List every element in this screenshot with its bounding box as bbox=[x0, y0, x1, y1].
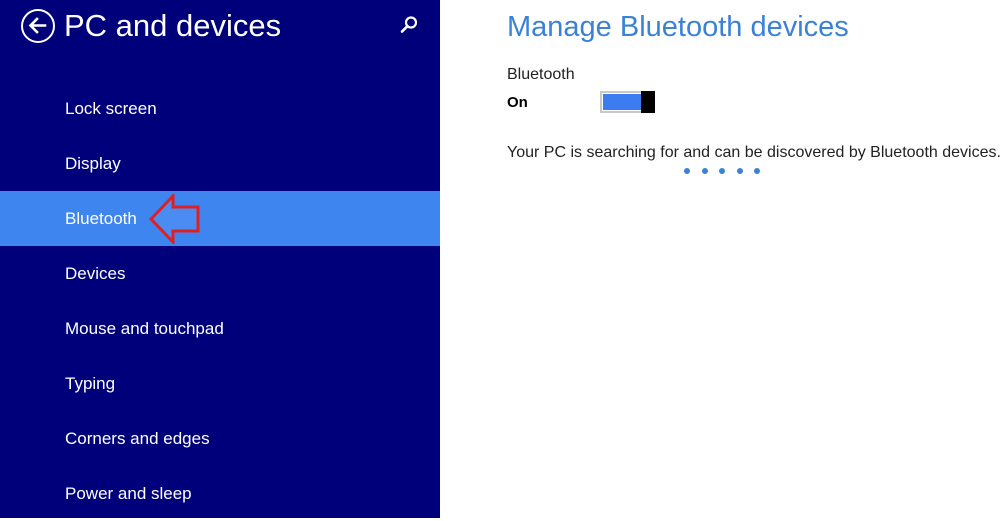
progress-dot bbox=[719, 168, 725, 174]
nav-item-label: Mouse and touchpad bbox=[65, 319, 224, 338]
nav-item-corners-and-edges[interactable]: Corners and edges bbox=[0, 411, 440, 466]
nav-item-devices[interactable]: Devices bbox=[0, 246, 440, 301]
nav-item-display[interactable]: Display bbox=[0, 136, 440, 191]
nav-item-power-and-sleep[interactable]: Power and sleep bbox=[0, 466, 440, 521]
nav-title: PC and devices bbox=[64, 8, 282, 43]
nav-item-label: Power and sleep bbox=[65, 484, 192, 503]
nav-item-label: Corners and edges bbox=[65, 429, 210, 448]
search-icon bbox=[400, 16, 418, 33]
bluetooth-toggle[interactable] bbox=[600, 91, 655, 113]
progress-dot bbox=[701, 168, 708, 174]
progress-dot bbox=[684, 168, 690, 174]
nav-item-lock-screen[interactable]: Lock screen bbox=[0, 81, 440, 136]
nav-item-label: Display bbox=[65, 154, 121, 173]
content-pane: Manage Bluetooth devices Bluetooth On Yo… bbox=[440, 0, 1000, 518]
search-button[interactable] bbox=[399, 15, 419, 35]
bluetooth-state: On bbox=[507, 94, 528, 111]
nav-item-label: Typing bbox=[65, 374, 116, 393]
progress-indicator bbox=[684, 168, 772, 176]
back-button[interactable] bbox=[21, 9, 55, 43]
back-arrow-icon bbox=[28, 17, 47, 34]
status-text: Your PC is searching for and can be disc… bbox=[507, 144, 1000, 161]
red-arrow-icon bbox=[148, 194, 200, 244]
nav-list: Lock screen Display Bluetooth Devices Mo… bbox=[0, 81, 440, 521]
toggle-thumb[interactable] bbox=[641, 91, 655, 113]
bluetooth-label: Bluetooth bbox=[507, 66, 575, 83]
nav-pane: PC and devices Lock screen Display Bluet… bbox=[0, 0, 440, 518]
nav-item-mouse-and-touchpad[interactable]: Mouse and touchpad bbox=[0, 301, 440, 356]
nav-item-label: Bluetooth bbox=[65, 209, 137, 228]
nav-item-typing[interactable]: Typing bbox=[0, 356, 440, 411]
page-title: Manage Bluetooth devices bbox=[507, 11, 849, 43]
progress-dot bbox=[754, 168, 760, 174]
nav-item-label: Lock screen bbox=[65, 99, 157, 118]
nav-item-bluetooth[interactable]: Bluetooth bbox=[0, 191, 440, 246]
toggle-fill bbox=[603, 94, 641, 110]
progress-dot bbox=[736, 168, 743, 174]
nav-item-label: Devices bbox=[65, 264, 126, 283]
